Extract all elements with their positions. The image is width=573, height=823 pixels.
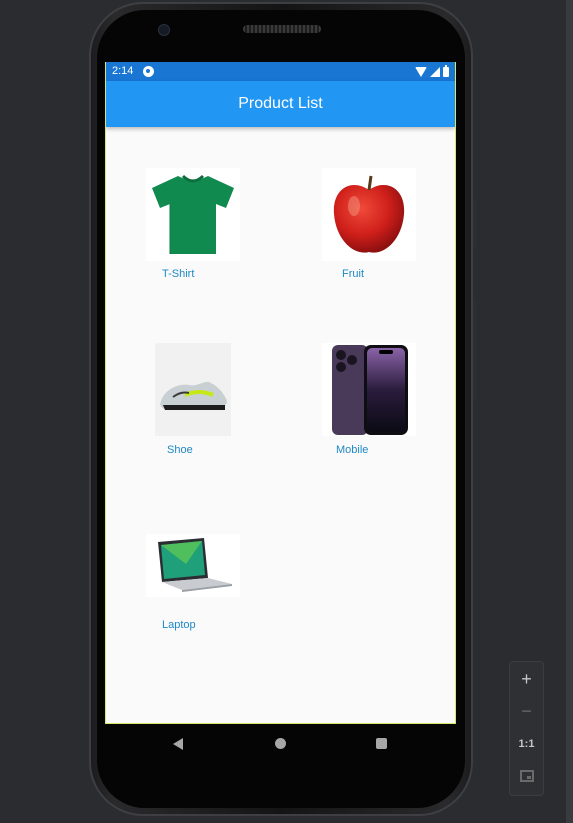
status-time: 2:14 (112, 65, 134, 77)
zoom-in-button[interactable]: + (510, 664, 543, 694)
battery-icon (443, 64, 449, 77)
earpiece-speaker (243, 25, 321, 33)
system-nav-bar (105, 724, 456, 766)
back-icon[interactable] (173, 738, 183, 750)
product-label: Shoe (167, 444, 193, 456)
smartphone-image (322, 343, 416, 436)
zoom-out-button[interactable]: − (510, 696, 543, 726)
volume-button[interactable] (473, 300, 477, 400)
product-label: T-Shirt (162, 268, 195, 280)
recents-icon[interactable] (376, 738, 387, 749)
emulator-toolbar: + − 1:1 (509, 661, 544, 796)
window-edge (566, 0, 573, 823)
apple-image (322, 168, 416, 261)
shoe-image (155, 343, 231, 436)
notification-icon (143, 66, 154, 77)
signal-icon (430, 66, 440, 77)
home-icon[interactable] (275, 738, 286, 749)
app-bar: Product List (106, 81, 455, 127)
product-label: Mobile (336, 444, 369, 456)
status-bar: 2:14 (106, 62, 455, 81)
device-screen: 2:14 Product List T-Shirt Fruit Shoe Mob… (105, 62, 456, 724)
actual-size-button[interactable]: 1:1 (510, 729, 543, 759)
fit-screen-button[interactable] (510, 761, 543, 791)
wifi-icon (415, 66, 427, 77)
status-icons (415, 62, 449, 81)
laptop-image (146, 534, 240, 597)
tshirt-image (146, 168, 240, 261)
power-button[interactable] (473, 198, 477, 250)
fit-screen-icon (519, 770, 534, 782)
front-camera (158, 24, 170, 36)
product-label: Fruit (342, 268, 364, 280)
product-label: Laptop (162, 619, 196, 631)
page-title: Product List (238, 95, 323, 112)
